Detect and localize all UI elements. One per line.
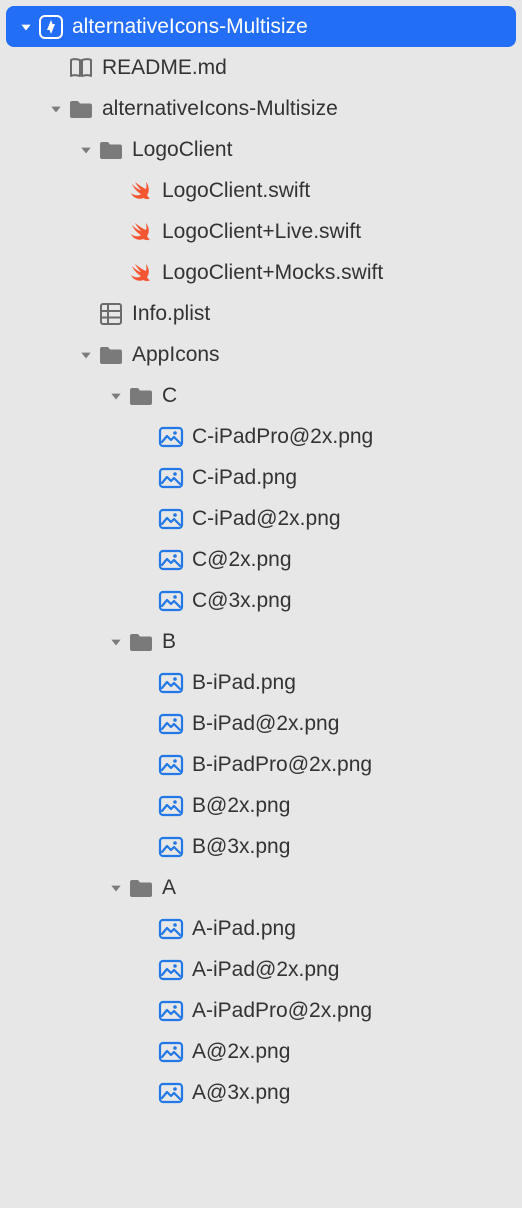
folder-icon (126, 877, 156, 899)
tree-item-label: C@3x.png (192, 588, 292, 613)
tree-item-label: README.md (102, 55, 227, 80)
image-icon (156, 549, 186, 571)
tree-row[interactable]: A@3x.png (6, 1072, 516, 1113)
tree-item-label: C (162, 383, 177, 408)
tree-row[interactable]: LogoClient.swift (6, 170, 516, 211)
swift-icon (126, 219, 156, 245)
tree-row[interactable]: C-iPadPro@2x.png (6, 416, 516, 457)
tree-row[interactable]: LogoClient+Mocks.swift (6, 252, 516, 293)
tree-item-label: alternativeIcons-Multisize (102, 96, 338, 121)
tree-item-label: B-iPad@2x.png (192, 711, 339, 736)
image-icon (156, 1041, 186, 1063)
tree-row[interactable]: C (6, 375, 516, 416)
image-icon (156, 1000, 186, 1022)
tree-item-label: alternativeIcons-Multisize (72, 14, 308, 39)
tree-row[interactable]: C-iPad.png (6, 457, 516, 498)
tree-row[interactable]: A-iPad@2x.png (6, 949, 516, 990)
chevron-down-icon[interactable] (106, 389, 126, 403)
tree-row[interactable]: alternativeIcons-Multisize (6, 88, 516, 129)
folder-icon (96, 344, 126, 366)
swift-icon (126, 178, 156, 204)
tree-row[interactable]: AppIcons (6, 334, 516, 375)
tree-item-label: Info.plist (132, 301, 210, 326)
folder-icon (126, 631, 156, 653)
chevron-down-icon[interactable] (106, 881, 126, 895)
readme-icon (66, 57, 96, 79)
project-icon (36, 14, 66, 40)
chevron-down-icon[interactable] (76, 143, 96, 157)
image-icon (156, 754, 186, 776)
image-icon (156, 836, 186, 858)
tree-item-label: LogoClient+Live.swift (162, 219, 361, 244)
tree-item-label: C-iPad.png (192, 465, 297, 490)
tree-row[interactable]: B (6, 621, 516, 662)
chevron-down-icon[interactable] (46, 102, 66, 116)
tree-row[interactable]: Info.plist (6, 293, 516, 334)
image-icon (156, 508, 186, 530)
tree-row[interactable]: A (6, 867, 516, 908)
swift-icon (126, 260, 156, 286)
tree-item-label: C-iPad@2x.png (192, 506, 341, 531)
tree-item-label: A-iPad@2x.png (192, 957, 339, 982)
tree-row[interactable]: B-iPad@2x.png (6, 703, 516, 744)
tree-item-label: A@3x.png (192, 1080, 290, 1105)
tree-item-label: B@3x.png (192, 834, 290, 859)
tree-item-label: B-iPad.png (192, 670, 296, 695)
tree-item-label: LogoClient+Mocks.swift (162, 260, 383, 285)
tree-row[interactable]: A-iPadPro@2x.png (6, 990, 516, 1031)
folder-icon (96, 139, 126, 161)
tree-row[interactable]: alternativeIcons-Multisize (6, 6, 516, 47)
image-icon (156, 590, 186, 612)
tree-row[interactable]: C@2x.png (6, 539, 516, 580)
folder-icon (126, 385, 156, 407)
tree-row[interactable]: B@3x.png (6, 826, 516, 867)
tree-item-label: B@2x.png (192, 793, 290, 818)
tree-item-label: A-iPadPro@2x.png (192, 998, 372, 1023)
tree-item-label: AppIcons (132, 342, 220, 367)
tree-row[interactable]: A-iPad.png (6, 908, 516, 949)
tree-item-label: A (162, 875, 176, 900)
tree-item-label: A-iPad.png (192, 916, 296, 941)
chevron-down-icon[interactable] (76, 348, 96, 362)
image-icon (156, 672, 186, 694)
tree-item-label: C-iPadPro@2x.png (192, 424, 373, 449)
image-icon (156, 795, 186, 817)
tree-row[interactable]: A@2x.png (6, 1031, 516, 1072)
tree-row[interactable]: LogoClient+Live.swift (6, 211, 516, 252)
chevron-down-icon[interactable] (16, 20, 36, 34)
plist-icon (96, 302, 126, 326)
tree-item-label: B-iPadPro@2x.png (192, 752, 372, 777)
tree-item-label: LogoClient (132, 137, 232, 162)
tree-item-label: LogoClient.swift (162, 178, 310, 203)
image-icon (156, 426, 186, 448)
file-tree: alternativeIcons-Multisize README.md alt… (6, 6, 516, 1113)
tree-row[interactable]: B-iPad.png (6, 662, 516, 703)
tree-row[interactable]: C@3x.png (6, 580, 516, 621)
tree-row[interactable]: README.md (6, 47, 516, 88)
image-icon (156, 1082, 186, 1104)
tree-item-label: C@2x.png (192, 547, 292, 572)
tree-row[interactable]: B@2x.png (6, 785, 516, 826)
image-icon (156, 959, 186, 981)
tree-item-label: A@2x.png (192, 1039, 290, 1064)
chevron-down-icon[interactable] (106, 635, 126, 649)
image-icon (156, 713, 186, 735)
tree-row[interactable]: B-iPadPro@2x.png (6, 744, 516, 785)
tree-row[interactable]: C-iPad@2x.png (6, 498, 516, 539)
folder-icon (66, 98, 96, 120)
tree-item-label: B (162, 629, 176, 654)
image-icon (156, 918, 186, 940)
image-icon (156, 467, 186, 489)
tree-row[interactable]: LogoClient (6, 129, 516, 170)
